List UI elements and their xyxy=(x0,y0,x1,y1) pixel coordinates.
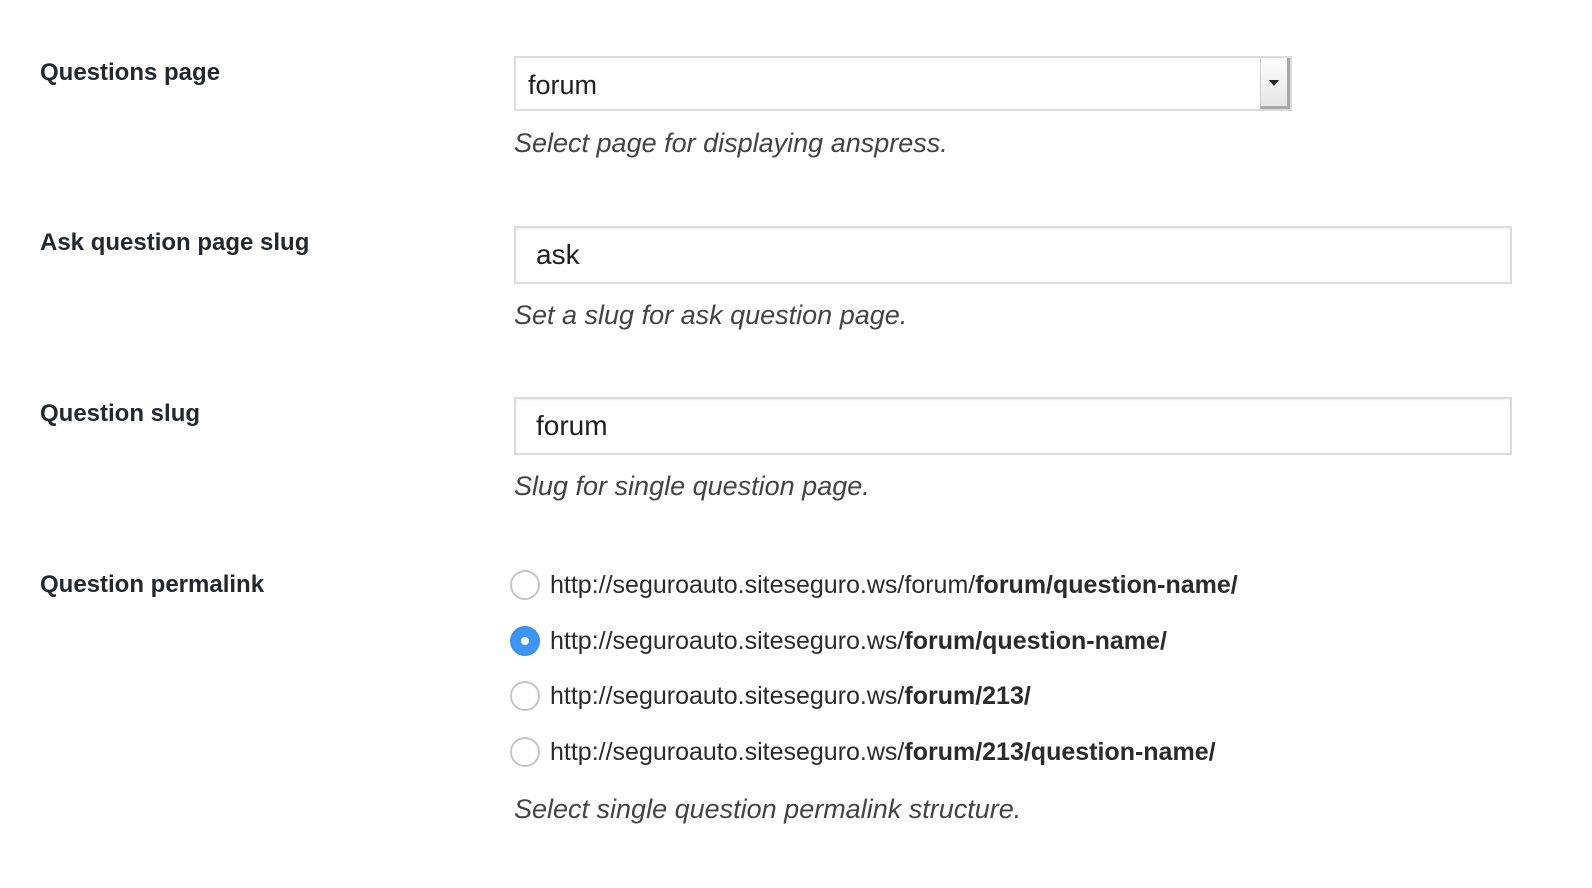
permalink-option-3[interactable]: http://seguroauto.siteseguro.ws/forum/21… xyxy=(510,676,1031,716)
ask-slug-input[interactable] xyxy=(514,226,1512,284)
permalink-option-text: http://seguroauto.siteseguro.ws/forum/21… xyxy=(550,681,1031,710)
ask-slug-label: Ask question page slug xyxy=(40,229,310,256)
permalink-radio-4[interactable] xyxy=(510,737,540,767)
question-slug-description: Slug for single question page. xyxy=(514,471,870,501)
questions-page-description: Select page for displaying anspress. xyxy=(514,128,948,158)
questions-page-label: Questions page xyxy=(40,59,221,86)
permalink-option-text: http://seguroauto.siteseguro.ws/forum/21… xyxy=(550,737,1216,766)
question-slug-input[interactable] xyxy=(514,397,1512,455)
questions-page-select-value: forum xyxy=(528,70,598,100)
permalink-label: Question permalink xyxy=(40,571,265,598)
permalink-description: Select single question permalink structu… xyxy=(514,794,1022,824)
permalink-radio-1[interactable] xyxy=(510,570,540,600)
permalink-option-text: http://seguroauto.siteseguro.ws/forum/qu… xyxy=(550,626,1167,655)
permalink-option-4[interactable]: http://seguroauto.siteseguro.ws/forum/21… xyxy=(510,732,1216,772)
permalink-radio-2[interactable] xyxy=(510,626,540,656)
chevron-down-icon[interactable] xyxy=(1260,58,1290,109)
question-slug-label: Question slug xyxy=(40,400,201,427)
questions-page-select[interactable]: forum xyxy=(514,56,1292,111)
permalink-option-2[interactable]: http://seguroauto.siteseguro.ws/forum/qu… xyxy=(510,621,1167,661)
permalink-option-text: http://seguroauto.siteseguro.ws/forum/fo… xyxy=(550,570,1238,599)
ask-slug-description: Set a slug for ask question page. xyxy=(514,300,908,330)
permalink-option-1[interactable]: http://seguroauto.siteseguro.ws/forum/fo… xyxy=(510,565,1238,605)
permalink-radio-3[interactable] xyxy=(510,681,540,711)
